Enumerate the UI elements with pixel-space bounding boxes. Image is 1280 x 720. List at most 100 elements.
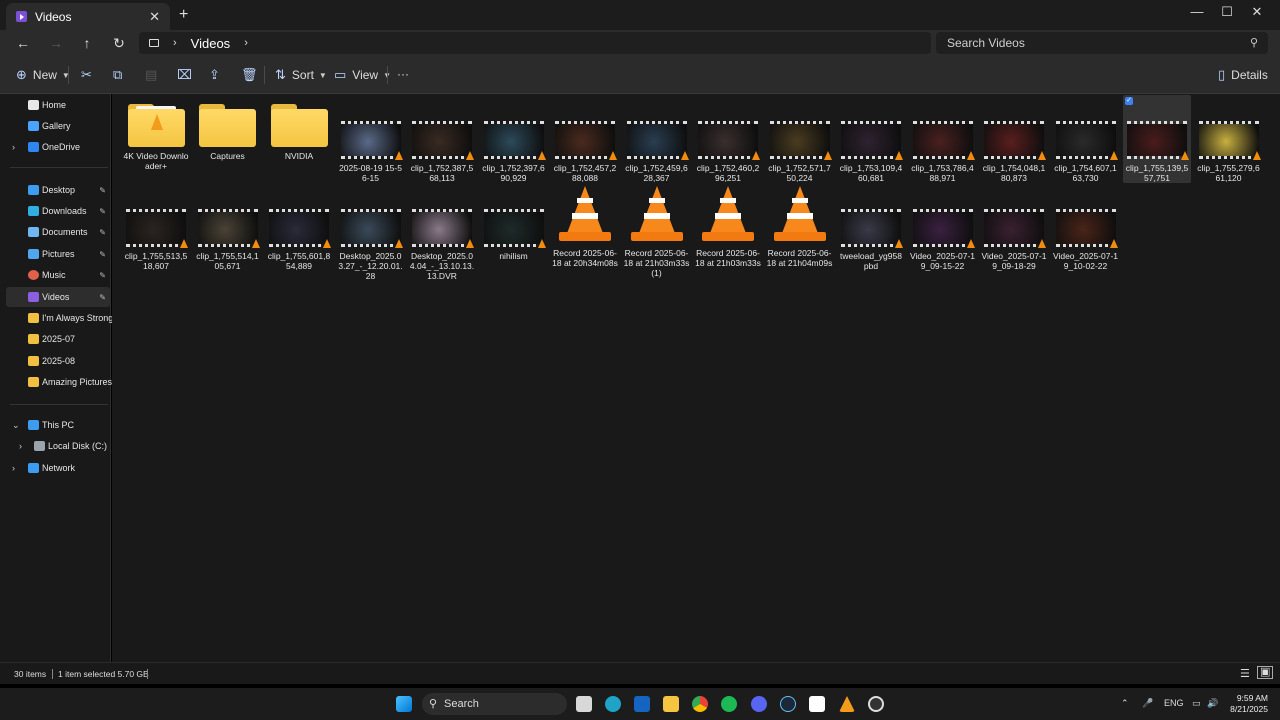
outlook-icon[interactable] bbox=[634, 696, 650, 712]
close-window-button[interactable]: ✕ bbox=[1247, 4, 1267, 20]
sidebar-item-onedrive[interactable]: › OneDrive bbox=[0, 137, 110, 157]
chevron-right-icon[interactable]: › bbox=[244, 37, 248, 49]
start-icon[interactable] bbox=[396, 696, 412, 712]
file-name: Video_2025-07-19_09-15-22 bbox=[909, 251, 976, 271]
copy-button[interactable]: ⧉ bbox=[113, 67, 128, 83]
network-icon[interactable]: ▭ bbox=[1192, 698, 1201, 709]
file-item[interactable]: clip_1,752,459,628,367 bbox=[623, 95, 691, 183]
chevron-down-icon[interactable]: ⌄ bbox=[12, 420, 20, 431]
steam-icon[interactable] bbox=[780, 696, 796, 712]
paste-button[interactable]: ▤ bbox=[145, 67, 163, 83]
forward-button[interactable]: → bbox=[48, 35, 64, 51]
large-icons-view-icon[interactable]: ▣ bbox=[1257, 666, 1274, 679]
sidebar-item-videos[interactable]: Videos ✎ bbox=[6, 287, 110, 307]
file-item[interactable]: clip_1,755,513,518,607 bbox=[122, 183, 190, 271]
file-item[interactable]: clip_1,752,457,288,088 bbox=[551, 95, 619, 183]
file-item[interactable]: clip_1,752,460,296,251 bbox=[694, 95, 762, 183]
file-item[interactable]: 4K Video Downloader+ bbox=[122, 95, 190, 183]
file-item[interactable]: clip_1,755,279,661,120 bbox=[1195, 95, 1263, 183]
file-item[interactable]: clip_1,752,387,568,113 bbox=[408, 95, 476, 183]
sidebar-item-amazing-pictures[interactable]: Amazing Pictures bbox=[0, 372, 112, 392]
view-button[interactable]: ▭ View ▼ bbox=[334, 67, 391, 83]
taskbar-search[interactable]: ⚲ Search bbox=[422, 693, 567, 715]
file-item[interactable]: clip_1,754,607,163,730 bbox=[1052, 95, 1120, 183]
checkbox-icon[interactable]: ✓ bbox=[1125, 97, 1133, 105]
rename-button[interactable]: ⌧ bbox=[177, 67, 198, 83]
sidebar-item-documents[interactable]: Documents ✎ bbox=[0, 222, 110, 242]
back-button[interactable]: ← bbox=[15, 35, 31, 51]
discord-icon[interactable] bbox=[751, 696, 767, 712]
new-button[interactable]: ⊕ New ▼ bbox=[16, 67, 70, 83]
sidebar-item-2025-08[interactable]: 2025-08 bbox=[0, 351, 110, 371]
address-bar[interactable]: › Videos › bbox=[139, 32, 931, 54]
file-item[interactable]: Captures bbox=[194, 95, 262, 183]
share-button[interactable]: ⇪ bbox=[209, 67, 226, 83]
file-item[interactable]: Record 2025-06-18 at 21h03m33s bbox=[694, 183, 762, 271]
chevron-up-icon[interactable]: ⌃ bbox=[1121, 698, 1129, 709]
file-item[interactable]: clip_1,755,514,105,671 bbox=[194, 183, 262, 271]
file-item[interactable]: 2025-08-19 15-56-15 bbox=[337, 95, 405, 183]
file-item[interactable]: Video_2025-07-19_10-02-22 bbox=[1052, 183, 1120, 271]
file-item[interactable]: ✓ clip_1,755,139,557,751 bbox=[1123, 95, 1191, 183]
tab-videos[interactable]: Videos ✕ bbox=[6, 3, 170, 30]
chevron-right-icon[interactable]: › bbox=[12, 463, 15, 473]
microphone-icon[interactable]: 🎤 bbox=[1142, 698, 1153, 709]
new-tab-button[interactable]: + bbox=[179, 6, 188, 24]
close-tab-icon[interactable]: ✕ bbox=[149, 9, 160, 25]
video-thumbnail bbox=[984, 121, 1046, 160]
file-item[interactable]: Desktop_2025.03.27_-_12.20.01.28 bbox=[337, 183, 405, 281]
sidebar-item-always-strong[interactable]: I'm Always Strong bbox=[0, 308, 113, 328]
refresh-button[interactable]: ↻ bbox=[111, 35, 127, 52]
breadcrumb-videos[interactable]: Videos bbox=[191, 36, 231, 51]
file-item[interactable]: Video_2025-07-19_09-15-22 bbox=[909, 183, 977, 271]
details-view-icon[interactable]: ☰ bbox=[1240, 667, 1250, 680]
chevron-right-icon[interactable]: › bbox=[12, 142, 15, 152]
maximize-button[interactable]: ☐ bbox=[1217, 4, 1237, 20]
chrome-icon[interactable] bbox=[692, 696, 708, 712]
pin-icon: ✎ bbox=[99, 270, 106, 280]
delete-button[interactable]: 🗑 bbox=[241, 67, 264, 83]
sidebar-item-downloads[interactable]: Downloads ✎ bbox=[0, 201, 110, 221]
sidebar-item-gallery[interactable]: Gallery bbox=[0, 116, 110, 136]
file-item[interactable]: Desktop_2025.04.04_-_13.10.13.13.DVR bbox=[408, 183, 476, 281]
file-item[interactable]: NVIDIA bbox=[265, 95, 333, 183]
sidebar-item-music[interactable]: Music ✎ bbox=[0, 265, 110, 285]
file-item[interactable]: tweeload_yg958pbd bbox=[837, 183, 905, 271]
cut-button[interactable]: ✂ bbox=[81, 67, 98, 83]
file-item[interactable]: clip_1,755,601,854,889 bbox=[265, 183, 333, 271]
volume-icon[interactable]: 🔊 bbox=[1207, 698, 1218, 709]
file-item[interactable]: Record 2025-06-18 at 21h04m09s bbox=[766, 183, 834, 271]
up-button[interactable]: ↑ bbox=[79, 35, 95, 51]
file-item[interactable]: Video_2025-07-19_09-18-29 bbox=[980, 183, 1048, 271]
file-explorer-icon[interactable] bbox=[663, 696, 679, 712]
minimize-button[interactable]: — bbox=[1187, 4, 1207, 19]
sidebar-item-2025-07[interactable]: 2025-07 bbox=[0, 329, 110, 349]
sort-button[interactable]: ⇅ Sort ▼ bbox=[275, 67, 327, 83]
file-item[interactable]: clip_1,754,048,180,873 bbox=[980, 95, 1048, 183]
sidebar-item-desktop[interactable]: Desktop ✎ bbox=[0, 180, 110, 200]
obs-icon[interactable] bbox=[868, 696, 884, 712]
file-item[interactable]: clip_1,753,786,488,971 bbox=[909, 95, 977, 183]
edge-icon[interactable] bbox=[605, 696, 621, 712]
more-options-button[interactable]: ··· bbox=[397, 67, 409, 81]
sidebar-item-pictures[interactable]: Pictures ✎ bbox=[0, 244, 110, 264]
file-item[interactable]: clip_1,752,571,750,224 bbox=[766, 95, 834, 183]
language-indicator[interactable]: ENG bbox=[1164, 698, 1184, 708]
file-item[interactable]: clip_1,753,109,460,681 bbox=[837, 95, 905, 183]
spotify-icon[interactable] bbox=[721, 696, 737, 712]
file-item[interactable]: Record 2025-06-18 at 20h34m08s bbox=[551, 183, 619, 271]
sidebar-item-home[interactable]: Home bbox=[0, 95, 110, 115]
clock[interactable]: 9:59 AM 8/21/2025 bbox=[1218, 693, 1268, 715]
vr-icon[interactable] bbox=[809, 696, 825, 712]
sidebar-item-network[interactable]: › Network bbox=[0, 458, 110, 478]
sidebar-item-this-pc[interactable]: ⌄ This PC bbox=[0, 415, 110, 435]
file-item[interactable]: nihilism bbox=[480, 183, 548, 271]
file-item[interactable]: Record 2025-06-18 at 21h03m33s (1) bbox=[623, 183, 691, 278]
task-view-icon[interactable] bbox=[576, 696, 592, 712]
sidebar-item-local-disk[interactable]: › Local Disk (C:) bbox=[0, 436, 110, 456]
vlc-icon[interactable] bbox=[839, 696, 855, 712]
chevron-right-icon[interactable]: › bbox=[19, 441, 22, 451]
details-button[interactable]: ▯ Details bbox=[1218, 67, 1268, 83]
file-item[interactable]: clip_1,752,397,690,929 bbox=[480, 95, 548, 183]
search-input[interactable]: Search Videos ⚲ bbox=[936, 32, 1268, 54]
